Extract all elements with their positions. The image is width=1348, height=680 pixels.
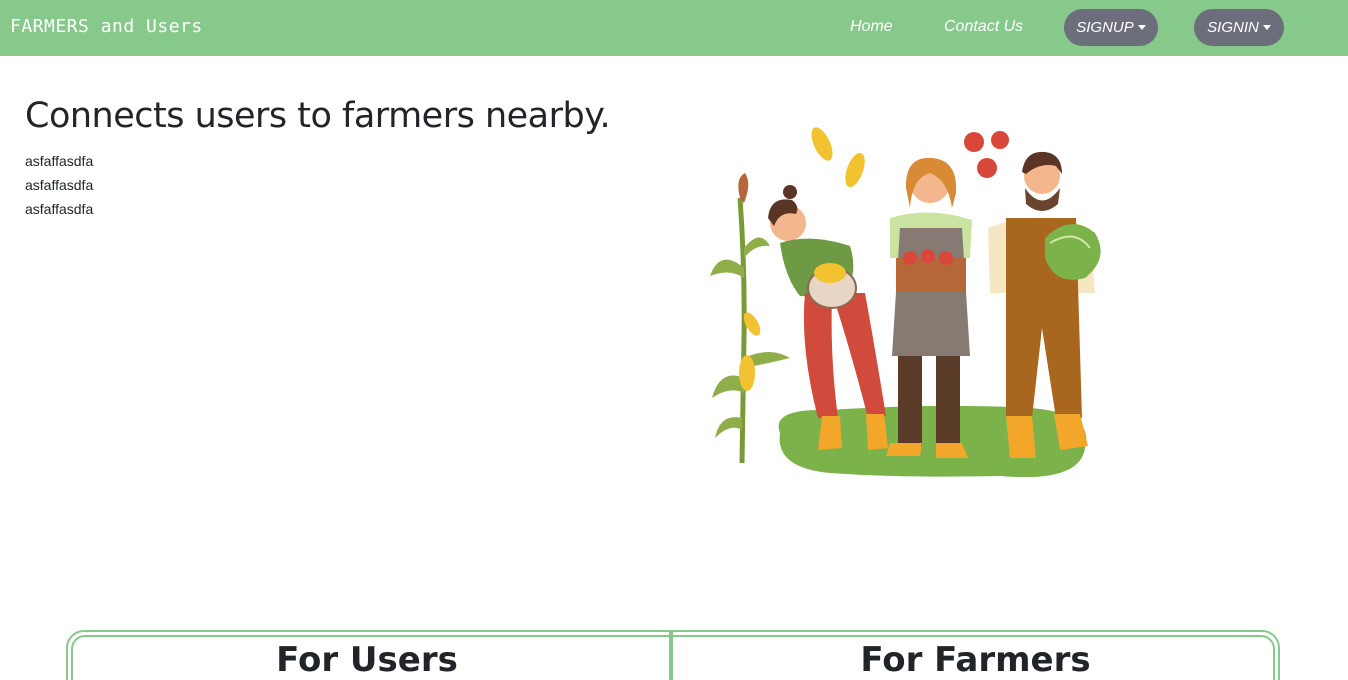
signin-label: SIGNIN	[1207, 19, 1259, 36]
signup-label: SIGNUP	[1076, 19, 1134, 36]
nav-home-link[interactable]: Home	[850, 18, 893, 36]
hero-title: Connects users to farmers nearby.	[25, 96, 611, 136]
users-card-title: For Users	[276, 640, 458, 680]
caret-down-icon	[1262, 25, 1271, 30]
hero-line: asfaffasdfa	[25, 177, 94, 193]
hero-line: asfaffasdfa	[25, 201, 94, 217]
feature-cards: For Users For Farmers	[66, 630, 1280, 680]
nav-contact-link[interactable]: Contact Us	[944, 18, 1023, 36]
navbar: FARMERS and Users Home Contact Us SIGNUP…	[0, 0, 1348, 56]
farmers-card-title: For Farmers	[860, 640, 1091, 680]
signin-dropdown-button[interactable]: SIGNIN	[1194, 9, 1284, 46]
caret-down-icon	[1137, 25, 1146, 30]
hero-line: asfaffasdfa	[25, 153, 94, 169]
hero-text: asfaffasdfa asfaffasdfa asfaffasdfa	[25, 153, 93, 225]
brand-logo[interactable]: FARMERS and Users	[10, 16, 203, 37]
farmers-illustration	[710, 127, 1101, 478]
signup-dropdown-button[interactable]: SIGNUP	[1064, 9, 1158, 46]
